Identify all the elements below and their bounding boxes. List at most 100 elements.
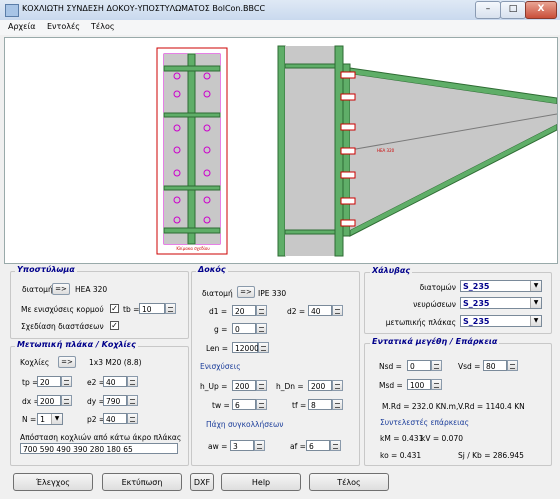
nsd-input[interactable]: 0 — [407, 360, 431, 371]
dims-checkbox[interactable]: ✓ — [110, 321, 119, 330]
dxf-button[interactable]: DXF — [190, 473, 214, 491]
d1-spinner[interactable] — [256, 305, 267, 316]
tp-spinner[interactable] — [61, 376, 72, 387]
connection-drawing: Κλίμακα σχεδίου HEA 320 — [156, 45, 558, 257]
column-flange-left — [277, 45, 286, 257]
tf-spinner[interactable] — [332, 399, 343, 410]
column-stiffener-top — [284, 63, 336, 69]
column-stiffener-bottom — [284, 229, 336, 235]
af-label: af = — [290, 442, 306, 451]
d2-input[interactable]: 40 — [308, 305, 332, 316]
len-spinner[interactable] — [258, 342, 269, 353]
vsd-input[interactable]: 80 — [483, 360, 507, 371]
msd-spinner[interactable] — [431, 379, 442, 390]
chevron-down-icon[interactable]: ▼ — [51, 414, 62, 424]
distance-input[interactable]: 700 590 490 390 280 180 65 — [20, 443, 178, 454]
coefficients-title: Συντελεστές επάρκειας — [380, 418, 470, 427]
beam-section-button[interactable]: => — [237, 286, 255, 298]
bolt-head — [340, 93, 356, 101]
tp-label: tp = — [22, 378, 39, 387]
tp-input[interactable]: 20 — [37, 376, 61, 387]
af-input[interactable]: 6 — [306, 440, 330, 451]
beam-label: HEA 320 — [377, 148, 395, 153]
column-body — [285, 46, 335, 256]
menu-bar: Αρχεία Εντολές Τέλος — [0, 20, 560, 35]
hup-input[interactable]: 200 — [232, 380, 256, 391]
help-button[interactable]: Help — [221, 473, 301, 491]
dx-input[interactable]: 200 — [37, 395, 61, 406]
hdn-label: h_Dn = — [276, 382, 304, 391]
steel-ribs-label: νευρώσεων — [413, 300, 456, 309]
steel-section-label: διατομών — [419, 283, 456, 292]
steel-plate-label: μετωπικής πλάκας — [385, 318, 456, 327]
steel-plate-select[interactable]: S_235 ▼ — [460, 315, 542, 327]
stiffeners-checkbox[interactable]: ✓ — [110, 304, 119, 313]
menu-files[interactable]: Αρχεία — [8, 22, 35, 31]
p2-spinner[interactable] — [127, 413, 138, 424]
tw-input[interactable]: 6 — [232, 399, 256, 410]
hdn-spinner[interactable] — [332, 380, 343, 391]
d2-spinner[interactable] — [332, 305, 343, 316]
close-button[interactable]: X — [525, 1, 557, 19]
steel-ribs-value: S_235 — [463, 299, 490, 308]
check-button[interactable]: Έλεγχος — [13, 473, 93, 491]
msd-label: Msd = — [379, 381, 403, 390]
column-section-button[interactable]: => — [52, 283, 70, 295]
tb-input[interactable]: 10 — [139, 303, 165, 314]
chevron-down-icon[interactable]: ▼ — [530, 298, 541, 308]
nsd-spinner[interactable] — [431, 360, 442, 371]
msd-input[interactable]: 100 — [407, 379, 431, 390]
aw-label: aw = — [208, 442, 228, 451]
e2-spinner[interactable] — [127, 376, 138, 387]
menu-exit[interactable]: Τέλος — [91, 22, 115, 31]
bolt-head — [340, 71, 356, 79]
chevron-down-icon[interactable]: ▼ — [530, 281, 541, 291]
top-flange — [163, 65, 221, 72]
steel-ribs-select[interactable]: S_235 ▼ — [460, 297, 542, 309]
drawing-canvas[interactable]: Κλίμακα σχεδίου HEA 320 — [4, 37, 558, 264]
af-spinner[interactable] — [330, 440, 341, 451]
hup-spinner[interactable] — [256, 380, 267, 391]
d1-input[interactable]: 20 — [232, 305, 256, 316]
e2-input[interactable]: 40 — [103, 376, 127, 387]
hdn-input[interactable]: 200 — [308, 380, 332, 391]
bolt-head — [340, 171, 356, 179]
mrd-text: M.Rd = 232.0 KN.m, — [382, 402, 459, 411]
dy-input[interactable]: 790 — [103, 395, 127, 406]
exit-button[interactable]: Τέλος — [309, 473, 389, 491]
column-legend: Υποστύλωμα — [15, 265, 77, 274]
aw-input[interactable]: 3 — [230, 440, 254, 451]
forces-legend: Εντατικά μεγέθη / Επάρκεια — [370, 337, 500, 346]
beam-section-label: διατομή — [202, 289, 233, 298]
dy-spinner[interactable] — [127, 395, 138, 406]
tw-spinner[interactable] — [256, 399, 267, 410]
print-button[interactable]: Εκτύπωση — [102, 473, 182, 491]
bolts-button[interactable]: => — [58, 356, 76, 368]
tw-label: tw = — [212, 401, 230, 410]
len-input[interactable]: 12000 — [232, 342, 259, 353]
n-select[interactable]: 1 ▼ — [37, 413, 63, 425]
stiffener-2 — [163, 185, 221, 191]
vsd-spinner[interactable] — [507, 360, 518, 371]
d1-label: d1 = — [209, 307, 228, 316]
tb-spinner[interactable] — [165, 303, 176, 314]
stiffeners-label: Με ενισχύσεις κορμού — [21, 305, 104, 314]
tf-input[interactable]: 8 — [308, 399, 332, 410]
ko-text: ko = 0.431 — [380, 451, 422, 460]
beam-section-value: IPE 330 — [258, 289, 287, 298]
app-icon — [5, 4, 19, 17]
tb-label: tb = — [123, 305, 140, 314]
steel-section-select[interactable]: S_235 ▼ — [460, 280, 542, 292]
minimize-button[interactable]: – — [475, 1, 501, 19]
g-spinner[interactable] — [256, 323, 267, 334]
dx-spinner[interactable] — [61, 395, 72, 406]
g-input[interactable]: 0 — [232, 323, 256, 334]
p2-input[interactable]: 40 — [103, 413, 127, 424]
bolt-head — [340, 197, 356, 205]
vrd-text: V.Rd = 1140.4 KN — [458, 402, 525, 411]
menu-commands[interactable]: Εντολές — [47, 22, 80, 31]
maximize-button[interactable]: □ — [500, 1, 526, 19]
chevron-down-icon[interactable]: ▼ — [530, 316, 541, 326]
aw-spinner[interactable] — [254, 440, 265, 451]
plate-legend: Μετωπική πλάκα / Κοχλίες — [15, 340, 138, 349]
